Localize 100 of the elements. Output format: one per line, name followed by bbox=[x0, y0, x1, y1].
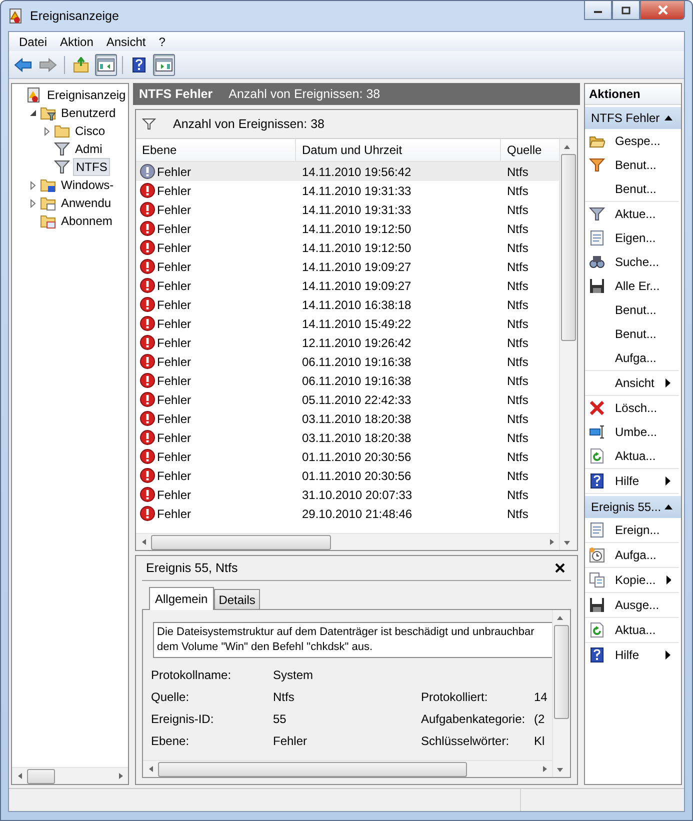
action-item[interactable]: Alle Er... bbox=[585, 274, 679, 298]
event-row[interactable]: Fehler 14.11.2010 15:49:22 Ntfs bbox=[136, 314, 559, 333]
tree-item[interactable]: Windows- bbox=[59, 177, 116, 193]
table-cell-text: 06.11.2010 19:16:38 bbox=[301, 374, 412, 388]
action-item[interactable]: Aufga... bbox=[585, 346, 679, 370]
tree-item[interactable]: Abonnem bbox=[59, 213, 114, 229]
horizontal-scrollbar[interactable] bbox=[143, 760, 552, 777]
tree-item[interactable]: Cisco bbox=[73, 123, 108, 139]
tree-item[interactable]: Benutzerd bbox=[59, 105, 118, 121]
funnel-icon bbox=[589, 157, 605, 173]
error-icon bbox=[140, 373, 155, 388]
table-cell-text: 03.11.2010 18:20:38 bbox=[301, 430, 412, 444]
minimize-button[interactable] bbox=[584, 1, 612, 20]
folder-icon bbox=[54, 123, 70, 139]
tab[interactable]: Details bbox=[214, 589, 260, 609]
filter-count: Anzahl von Ereignissen: 38 bbox=[173, 117, 324, 131]
table-cell-text: Ntfs bbox=[506, 316, 530, 330]
action-item[interactable]: Gespe... bbox=[585, 129, 679, 153]
event-row[interactable]: Fehler 12.11.2010 19:26:42 Ntfs bbox=[136, 333, 559, 352]
action-item[interactable]: Benut... bbox=[585, 298, 679, 322]
table-cell-text: 03.11.2010 18:20:38 bbox=[301, 412, 412, 426]
menu-item[interactable]: Datei bbox=[13, 34, 54, 49]
action-item[interactable]: Umbe... bbox=[585, 420, 679, 444]
event-row[interactable]: Fehler 14.11.2010 19:56:42 Ntfs bbox=[136, 162, 559, 181]
action-item[interactable]: Ereign... bbox=[585, 518, 679, 542]
table-cell: Fehler bbox=[157, 412, 192, 426]
action-item[interactable]: Aktua... bbox=[585, 444, 679, 468]
action-item[interactable]: Hilfe bbox=[585, 643, 679, 667]
collapsed-arrow-icon[interactable] bbox=[28, 198, 36, 208]
action-item[interactable]: Hilfe bbox=[585, 469, 679, 493]
table-cell-text: Ntfs bbox=[506, 184, 530, 198]
tree-item[interactable]: Anwendu bbox=[59, 195, 114, 211]
action-item[interactable]: Aktua... bbox=[585, 618, 679, 642]
event-row[interactable]: Fehler 03.11.2010 18:20:38 Ntfs bbox=[136, 409, 559, 428]
action-item[interactable]: Eigen... bbox=[585, 226, 679, 250]
vertical-scrollbar[interactable] bbox=[552, 610, 570, 777]
action-item[interactable]: Kopie... bbox=[585, 568, 679, 592]
horizontal-scrollbar[interactable] bbox=[12, 767, 128, 784]
scrollbar-thumb[interactable] bbox=[554, 625, 569, 719]
event-row[interactable]: Fehler 14.11.2010 16:38:18 Ntfs bbox=[136, 295, 559, 314]
column-header[interactable]: Quelle bbox=[501, 139, 559, 161]
close-button[interactable] bbox=[640, 1, 685, 20]
column-header[interactable]: Datum und Uhrzeit bbox=[296, 139, 501, 161]
maximize-button[interactable] bbox=[612, 1, 640, 20]
event-row[interactable]: Fehler 06.11.2010 19:16:38 Ntfs bbox=[136, 352, 559, 371]
action-item[interactable]: Benut... bbox=[585, 322, 679, 346]
collapsed-arrow-icon[interactable] bbox=[42, 126, 50, 136]
collapsed-arrow-icon[interactable] bbox=[28, 180, 36, 190]
table-cell: Fehler bbox=[157, 298, 192, 312]
event-row[interactable]: Fehler 14.11.2010 19:09:27 Ntfs bbox=[136, 257, 559, 276]
table-cell-text: 14.11.2010 19:12:50 bbox=[301, 240, 412, 254]
tab[interactable]: Allgemein bbox=[149, 587, 214, 610]
event-row[interactable]: Fehler 14.11.2010 19:31:33 Ntfs bbox=[136, 200, 559, 219]
action-item[interactable]: Benut... bbox=[585, 153, 679, 177]
table-cell-text: Ntfs bbox=[506, 260, 530, 274]
action-item[interactable]: Suche... bbox=[585, 250, 679, 274]
event-row[interactable]: Fehler 14.11.2010 19:12:50 Ntfs bbox=[136, 238, 559, 257]
event-row[interactable]: Fehler 03.11.2010 18:20:38 Ntfs bbox=[136, 428, 559, 447]
close-icon[interactable] bbox=[555, 563, 565, 573]
action-item[interactable]: Lösch... bbox=[585, 396, 679, 420]
event-row[interactable]: Fehler 05.11.2010 22:42:33 Ntfs bbox=[136, 390, 559, 409]
menu-item[interactable]: Aktion bbox=[54, 34, 100, 49]
collapse-arrow-icon[interactable] bbox=[664, 504, 673, 510]
event-row[interactable]: Fehler 29.10.2010 21:48:46 Ntfs bbox=[136, 504, 559, 523]
scrollbar-thumb[interactable] bbox=[561, 154, 576, 341]
event-row[interactable]: Fehler 14.11.2010 19:31:33 Ntfs bbox=[136, 181, 559, 200]
event-row[interactable]: Fehler 31.10.2010 20:07:33 Ntfs bbox=[136, 485, 559, 504]
funnel-icon bbox=[589, 206, 605, 222]
table-cell-text: Ntfs bbox=[506, 430, 530, 444]
scrollbar-thumb[interactable] bbox=[158, 762, 467, 776]
menu-item[interactable]: ? bbox=[152, 34, 172, 49]
error-icon bbox=[140, 411, 155, 426]
expanded-arrow-icon[interactable] bbox=[28, 109, 36, 117]
event-row[interactable]: Fehler 01.11.2010 20:30:56 Ntfs bbox=[136, 466, 559, 485]
event-row[interactable]: Fehler 14.11.2010 19:09:27 Ntfs bbox=[136, 276, 559, 295]
table-cell: Fehler bbox=[157, 202, 192, 216]
action-item[interactable]: Ausge... bbox=[585, 593, 679, 617]
event-row[interactable]: Fehler 01.11.2010 20:30:56 Ntfs bbox=[136, 447, 559, 466]
tree-item[interactable]: Admi bbox=[73, 141, 104, 157]
event-row[interactable]: Fehler 14.11.2010 19:12:50 Ntfs bbox=[136, 219, 559, 238]
collapse-arrow-icon[interactable] bbox=[664, 115, 673, 121]
tree-item[interactable]: NTFS bbox=[73, 158, 110, 176]
tree-item[interactable]: Ereignisanzeig bbox=[45, 87, 128, 103]
field-value: Fehler bbox=[273, 734, 308, 748]
action-item[interactable]: Aufga... bbox=[585, 543, 679, 567]
event-row[interactable]: Fehler 06.11.2010 19:16:38 Ntfs bbox=[136, 371, 559, 390]
section-header[interactable]: Ereignis 55... bbox=[585, 496, 681, 518]
properties-icon bbox=[589, 230, 605, 246]
scrollbar-thumb[interactable] bbox=[27, 768, 55, 784]
tree-toggle-button[interactable] bbox=[95, 54, 117, 76]
horizontal-scrollbar[interactable] bbox=[136, 533, 559, 550]
action-item[interactable]: Ansicht bbox=[585, 371, 679, 395]
menu-item[interactable]: Ansicht bbox=[100, 34, 153, 49]
action-item[interactable]: Aktue... bbox=[585, 202, 679, 226]
column-header[interactable]: Ebene bbox=[136, 139, 296, 161]
pane-toggle-button[interactable] bbox=[153, 54, 175, 76]
vertical-scrollbar[interactable] bbox=[559, 139, 577, 550]
section-header[interactable]: NTFS Fehler bbox=[585, 107, 681, 129]
action-item[interactable]: Benut... bbox=[585, 177, 679, 201]
scrollbar-thumb[interactable] bbox=[151, 534, 331, 550]
